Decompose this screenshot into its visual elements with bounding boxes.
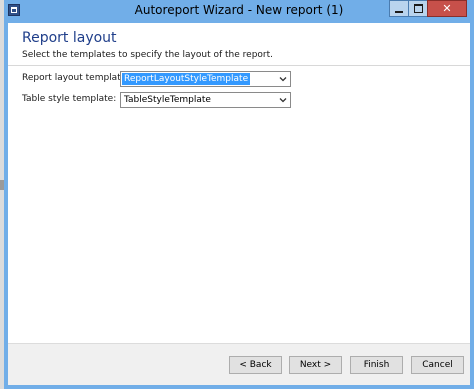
report-layout-template-value: ReportLayoutStyleTemplate	[122, 73, 251, 85]
wizard-content: Report layout Select the templates to sp…	[8, 23, 470, 385]
wizard-button-bar: < Back Next > Finish Cancel	[8, 343, 470, 385]
next-button[interactable]: Next >	[289, 356, 342, 374]
table-style-template-value: TableStyleTemplate	[124, 95, 211, 105]
chevron-down-icon[interactable]	[278, 95, 288, 105]
table-style-template-combobox[interactable]: TableStyleTemplate	[120, 92, 291, 108]
title-bar[interactable]: Autoreport Wizard - New report (1) ✕	[4, 0, 474, 23]
wizard-window: Autoreport Wizard - New report (1) ✕ Rep…	[4, 0, 474, 389]
table-style-template-label: Table style template:	[22, 94, 117, 104]
cancel-button[interactable]: Cancel	[411, 356, 464, 374]
finish-button[interactable]: Finish	[350, 356, 403, 374]
minimize-icon	[395, 10, 403, 13]
chevron-down-icon[interactable]	[278, 74, 288, 84]
caption-buttons: ✕	[389, 0, 467, 17]
page-description: Select the templates to specify the layo…	[22, 50, 274, 60]
header-divider	[8, 65, 470, 66]
back-button[interactable]: < Back	[229, 356, 282, 374]
report-layout-template-label: Report layout template:	[22, 73, 130, 83]
minimize-button[interactable]	[389, 0, 409, 17]
close-icon: ✕	[442, 2, 452, 15]
page-heading: Report layout	[22, 30, 117, 46]
report-layout-template-combobox[interactable]: ReportLayoutStyleTemplate	[120, 71, 291, 87]
maximize-icon	[413, 4, 423, 13]
close-button[interactable]: ✕	[427, 0, 467, 17]
maximize-button[interactable]	[408, 0, 428, 17]
